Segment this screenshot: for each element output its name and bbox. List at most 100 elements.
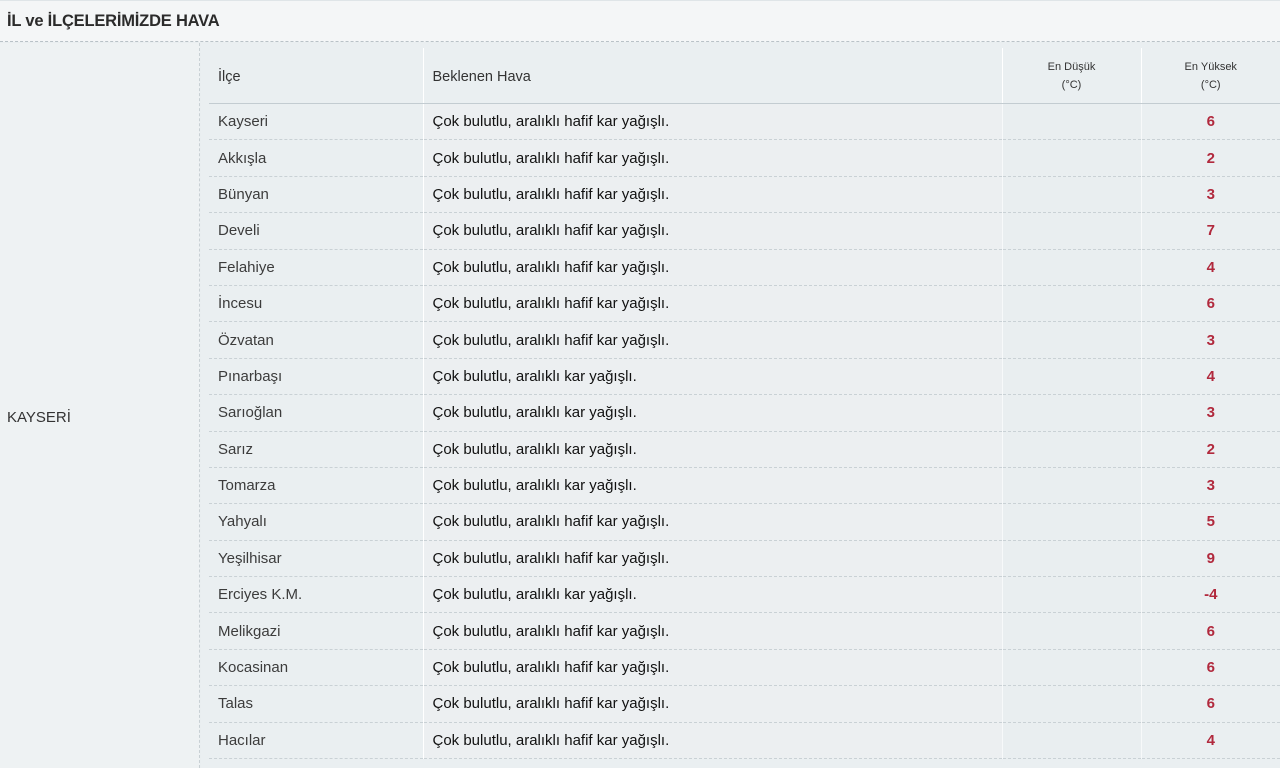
min-temp-cell (1001, 285, 1142, 323)
district-cell: Develi (209, 212, 424, 250)
district-cell: Özvatan (209, 321, 424, 359)
min-temp-cell (1001, 394, 1142, 432)
max-temp-cell: 4 (1141, 249, 1280, 286)
district-cell: İncesu (209, 285, 424, 323)
district-cell: Yeşilhisar (209, 540, 424, 578)
weather-cell: Çok bulutlu, aralıklı kar yağışlı. (423, 467, 1002, 505)
weather-cell: Çok bulutlu, aralıklı hafif kar yağışlı. (423, 612, 1002, 650)
table-row: Yahyalı Çok bulutlu, aralıklı hafif kar y… (209, 503, 1280, 541)
min-temp-cell (1001, 431, 1142, 468)
min-temp-cell (1001, 503, 1142, 541)
district-cell: Bünyan (209, 176, 424, 214)
weather-table-area: İlçe Beklenen Hava En Düşük (°C) En Yüks… (201, 43, 1280, 768)
weather-cell: Çok bulutlu, aralıklı kar yağışlı. (423, 394, 1002, 432)
table-row: Melikgazi Çok bulutlu, aralıklı hafif kar… (209, 612, 1280, 650)
table-row: Akkışla Çok bulutlu, aralıklı hafif kar y… (209, 139, 1280, 177)
max-temp-cell: 3 (1141, 394, 1280, 432)
district-cell: Erciyes K.M. (209, 576, 424, 614)
header-min-temp: En Düşük (°C) (1001, 48, 1142, 104)
min-temp-cell (1001, 103, 1142, 141)
weather-cell: Çok bulutlu, aralıklı hafif kar yağışlı. (423, 540, 1002, 578)
table-row: Tomarza Çok bulutlu, aralıklı kar yağışlı… (209, 467, 1280, 505)
min-temp-cell (1001, 722, 1142, 760)
header-expected-weather: Beklenen Hava (423, 48, 1002, 104)
min-temp-cell (1001, 139, 1142, 177)
table-body: Kayseri Çok bulutlu, aralıklı hafif kar y… (209, 103, 1280, 760)
header-max-temp: En Yüksek (°C) (1141, 48, 1280, 104)
district-cell: Pınarbaşı (209, 358, 424, 396)
section-title: İL ve İLÇELERİMİZDE HAVA (7, 12, 220, 30)
header-district: İlçe (209, 48, 424, 104)
max-temp-cell: 4 (1141, 358, 1280, 396)
max-temp-cell: 5 (1141, 503, 1280, 541)
district-cell: Hacılar (209, 722, 424, 760)
table-row: Talas Çok bulutlu, aralıklı hafif kar yağ… (209, 685, 1280, 723)
table-row: Felahiye Çok bulutlu, aralıklı hafif kar … (209, 249, 1280, 286)
max-temp-cell: 6 (1141, 612, 1280, 650)
max-temp-cell: 6 (1141, 285, 1280, 323)
min-temp-cell (1001, 249, 1142, 286)
table-row: Kocasinan Çok bulutlu, aralıklı hafif kar… (209, 649, 1280, 687)
weather-cell: Çok bulutlu, aralıklı hafif kar yağışlı. (423, 649, 1002, 687)
district-cell: Kocasinan (209, 649, 424, 687)
max-temp-cell: 6 (1141, 103, 1280, 141)
district-cell: Talas (209, 685, 424, 723)
weather-cell: Çok bulutlu, aralıklı hafif kar yağışlı. (423, 722, 1002, 760)
min-temp-cell (1001, 212, 1142, 250)
min-temp-cell (1001, 576, 1142, 614)
table-row: Pınarbaşı Çok bulutlu, aralıklı kar yağış… (209, 358, 1280, 396)
table-row: Yeşilhisar Çok bulutlu, aralıklı hafif ka… (209, 540, 1280, 578)
table-row: Develi Çok bulutlu, aralıklı hafif kar ya… (209, 212, 1280, 250)
max-temp-cell: 2 (1141, 139, 1280, 177)
district-cell: Yahyalı (209, 503, 424, 541)
min-temp-cell (1001, 321, 1142, 359)
table-row: Kayseri Çok bulutlu, aralıklı hafif kar y… (209, 103, 1280, 141)
max-temp-cell: 3 (1141, 467, 1280, 505)
min-temp-cell (1001, 358, 1142, 396)
min-temp-cell (1001, 540, 1142, 578)
weather-page: İL ve İLÇELERİMİZDE HAVA KAYSERİ İlçe Be… (0, 0, 1280, 768)
table-row: İncesu Çok bulutlu, aralıklı hafif kar ya… (209, 285, 1280, 323)
table-row: Bünyan Çok bulutlu, aralıklı hafif kar ya… (209, 176, 1280, 214)
district-cell: Tomarza (209, 467, 424, 505)
province-column: KAYSERİ (0, 43, 200, 768)
table-row: Hacılar Çok bulutlu, aralıklı hafif kar y… (209, 722, 1280, 760)
district-cell: Sarız (209, 431, 424, 468)
header-max-temp-label: En Yüksek (1184, 60, 1237, 73)
weather-table: İlçe Beklenen Hava En Düşük (°C) En Yüks… (209, 48, 1280, 760)
header-max-temp-unit: (°C) (1200, 78, 1221, 91)
weather-cell: Çok bulutlu, aralıklı kar yağışlı. (423, 576, 1002, 614)
table-row: Sarıoğlan Çok bulutlu, aralıklı kar yağış… (209, 394, 1280, 432)
weather-cell: Çok bulutlu, aralıklı hafif kar yağışlı. (423, 176, 1002, 214)
max-temp-cell: 6 (1141, 649, 1280, 687)
weather-cell: Çok bulutlu, aralıklı hafif kar yağışlı. (423, 685, 1002, 723)
header-min-temp-unit: (°C) (1061, 78, 1082, 91)
weather-cell: Çok bulutlu, aralıklı hafif kar yağışlı. (423, 503, 1002, 541)
district-cell: Sarıoğlan (209, 394, 424, 432)
weather-cell: Çok bulutlu, aralıklı hafif kar yağışlı. (423, 285, 1002, 323)
table-row: Sarız Çok bulutlu, aralıklı kar yağışlı. 2 (209, 431, 1280, 468)
district-cell: Akkışla (209, 139, 424, 177)
min-temp-cell (1001, 649, 1142, 687)
section-header: İL ve İLÇELERİMİZDE HAVA (0, 0, 1280, 42)
max-temp-cell: 4 (1141, 722, 1280, 760)
weather-cell: Çok bulutlu, aralıklı hafif kar yağışlı. (423, 212, 1002, 250)
weather-cell: Çok bulutlu, aralıklı hafif kar yağışlı. (423, 321, 1002, 359)
table-row: Erciyes K.M. Çok bulutlu, aralıklı kar ya… (209, 576, 1280, 614)
weather-cell: Çok bulutlu, aralıklı kar yağışlı. (423, 431, 1002, 468)
table-header-row: İlçe Beklenen Hava En Düşük (°C) En Yüks… (209, 48, 1280, 104)
max-temp-cell: 3 (1141, 176, 1280, 214)
max-temp-cell: 6 (1141, 685, 1280, 723)
province-name: KAYSERİ (7, 409, 71, 426)
max-temp-cell: 2 (1141, 431, 1280, 468)
max-temp-cell: 7 (1141, 212, 1280, 250)
district-cell: Kayseri (209, 103, 424, 141)
district-cell: Melikgazi (209, 612, 424, 650)
max-temp-cell: 9 (1141, 540, 1280, 578)
weather-cell: Çok bulutlu, aralıklı kar yağışlı. (423, 358, 1002, 396)
weather-cell: Çok bulutlu, aralıklı hafif kar yağışlı. (423, 103, 1002, 141)
district-cell: Felahiye (209, 249, 424, 286)
header-min-temp-label: En Düşük (1047, 60, 1096, 73)
max-temp-cell: -4 (1141, 576, 1280, 614)
weather-cell: Çok bulutlu, aralıklı hafif kar yağışlı. (423, 139, 1002, 177)
